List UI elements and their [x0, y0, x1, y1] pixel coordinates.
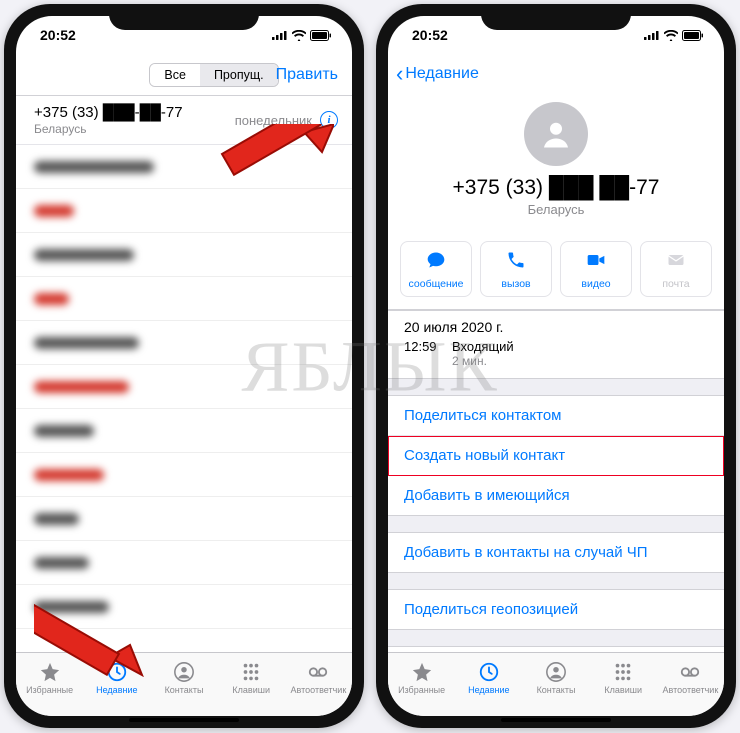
annotation-arrow: [204, 124, 334, 219]
tab-keypad[interactable]: Клавиши: [590, 653, 657, 702]
link-add-existing[interactable]: Добавить в имеющийся: [388, 476, 724, 515]
tab-keypad[interactable]: Клавиши: [218, 653, 285, 702]
segment-all[interactable]: Все: [150, 64, 200, 86]
voicemail-icon: [307, 661, 329, 683]
nav-back[interactable]: ‹ Недавние: [388, 54, 724, 94]
person-icon: [173, 661, 195, 683]
tab-recents[interactable]: Недавние: [455, 653, 522, 702]
action-message[interactable]: сообщение: [400, 241, 472, 297]
blurred-row: [16, 365, 352, 409]
edit-button[interactable]: Править: [276, 66, 338, 84]
blurred-row: [16, 233, 352, 277]
star-icon: [411, 661, 433, 683]
tab-favorites[interactable]: Избранные: [388, 653, 455, 702]
blurred-row: [16, 453, 352, 497]
blurred-row: [16, 277, 352, 321]
tab-voicemail[interactable]: Автоответчик: [657, 653, 724, 702]
link-share-contact[interactable]: Поделиться контактом: [388, 396, 724, 436]
tab-contacts[interactable]: Контакты: [150, 653, 217, 702]
contact-country: Беларусь: [388, 202, 724, 217]
segment-missed[interactable]: Пропущ.: [200, 64, 278, 86]
home-indicator: [501, 718, 611, 722]
clock-icon: [478, 661, 500, 683]
notch: [481, 4, 631, 30]
tab-contacts[interactable]: Контакты: [522, 653, 589, 702]
keypad-icon: [612, 661, 634, 683]
message-icon: [426, 250, 446, 270]
voicemail-icon: [679, 661, 701, 683]
recent-country: Беларусь: [34, 122, 183, 136]
status-icons: [272, 30, 332, 41]
status-time: 20:52: [412, 27, 448, 43]
segmented-control[interactable]: Все Пропущ.: [149, 63, 278, 87]
action-video[interactable]: видео: [560, 241, 632, 297]
blurred-row: [16, 541, 352, 585]
nav-bar: Все Пропущ. Править: [16, 54, 352, 96]
recent-number: +375 (33) ███-██-77: [34, 104, 183, 121]
status-icons: [644, 30, 704, 41]
notch: [109, 4, 259, 30]
link-create-contact[interactable]: Создать новый контакт: [388, 436, 724, 476]
tab-bar: Избранные Недавние Контакты Клавиши Авто…: [388, 652, 724, 716]
phone-right: 20:52 ‹ Недавние +375 (33) ███ ██-77 Бел…: [376, 4, 736, 728]
action-call[interactable]: вызов: [480, 241, 552, 297]
home-indicator: [129, 718, 239, 722]
person-icon: [545, 661, 567, 683]
link-share-location[interactable]: Поделиться геопозицией: [388, 590, 724, 629]
contact-number: +375 (33) ███ ██-77: [388, 176, 724, 200]
action-mail: почта: [640, 241, 712, 297]
status-time: 20:52: [40, 27, 76, 43]
phone-icon: [506, 250, 526, 270]
blurred-row: [16, 497, 352, 541]
phone-left: 20:52 Все Пропущ. Править +375 (33) ███-…: [4, 4, 364, 728]
avatar: [524, 102, 588, 166]
tab-voicemail[interactable]: Автоответчик: [285, 653, 352, 702]
blurred-row: [16, 321, 352, 365]
keypad-icon: [240, 661, 262, 683]
blurred-row: [16, 409, 352, 453]
contact-header: +375 (33) ███ ██-77 Беларусь: [388, 94, 724, 231]
annotation-arrow: [34, 587, 144, 682]
mail-icon: [666, 250, 686, 270]
action-row: сообщение вызов видео почта: [388, 231, 724, 310]
call-log: 20 июля 2020 г. 12:59 Входящий 2 мин.: [388, 311, 724, 378]
video-icon: [586, 250, 606, 270]
link-emergency[interactable]: Добавить в контакты на случай ЧП: [388, 533, 724, 572]
